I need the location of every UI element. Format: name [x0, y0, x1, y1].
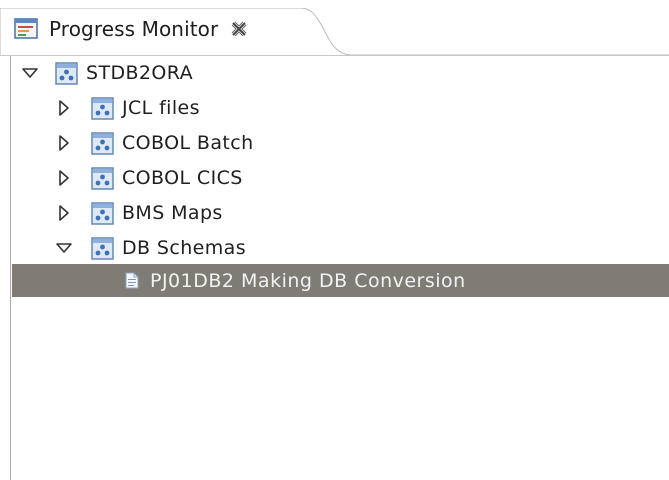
tree-item-label: JCL files [122, 97, 200, 119]
tree-item-jcl-files[interactable]: JCL files [55, 91, 200, 125]
tree-item-selected[interactable]: PJ01DB2 Making DB Conversion [12, 264, 669, 297]
tree-item-label: DB Schemas [122, 237, 246, 259]
tree-item-db-schemas[interactable]: DB Schemas [55, 231, 246, 265]
package-folder-icon [91, 166, 114, 190]
package-folder-icon [91, 201, 114, 225]
document-icon [125, 272, 139, 289]
chevron-right-icon[interactable] [55, 99, 73, 117]
package-folder-icon [91, 131, 114, 155]
package-folder-icon [91, 236, 114, 260]
tree-item-label: STDB2ORA [86, 62, 194, 84]
chevron-down-icon[interactable] [21, 64, 39, 82]
tree-item-label: COBOL CICS [122, 167, 243, 189]
progress-monitor-icon [14, 18, 40, 40]
tree-item-cobol-cics[interactable]: COBOL CICS [55, 161, 243, 195]
close-icon[interactable] [230, 20, 248, 38]
view-left-border [10, 56, 11, 480]
tab-progress-monitor[interactable]: Progress Monitor [14, 14, 248, 44]
chevron-right-icon[interactable] [55, 134, 73, 152]
package-folder-icon [91, 96, 114, 120]
tree-item-cobol-batch[interactable]: COBOL Batch [55, 126, 254, 160]
chevron-right-icon[interactable] [55, 204, 73, 222]
tree-item-root[interactable]: STDB2ORA [21, 56, 193, 90]
chevron-down-icon[interactable] [55, 239, 73, 257]
project-folder-icon [55, 61, 78, 85]
tree-item-label: PJ01DB2 Making DB Conversion [150, 269, 466, 292]
tree-item-label: COBOL Batch [122, 132, 254, 154]
view-tab-bar: Progress Monitor [0, 0, 669, 56]
progress-monitor-view: Progress Monitor STDB2ORA JCL files COBO… [0, 0, 669, 480]
tree-item-leaf[interactable]: PJ01DB2 Making DB Conversion [125, 264, 466, 297]
chevron-right-icon[interactable] [55, 169, 73, 187]
tree-item-bms-maps[interactable]: BMS Maps [55, 196, 223, 230]
tree-item-label: BMS Maps [122, 202, 223, 224]
tab-title: Progress Monitor [49, 17, 219, 41]
